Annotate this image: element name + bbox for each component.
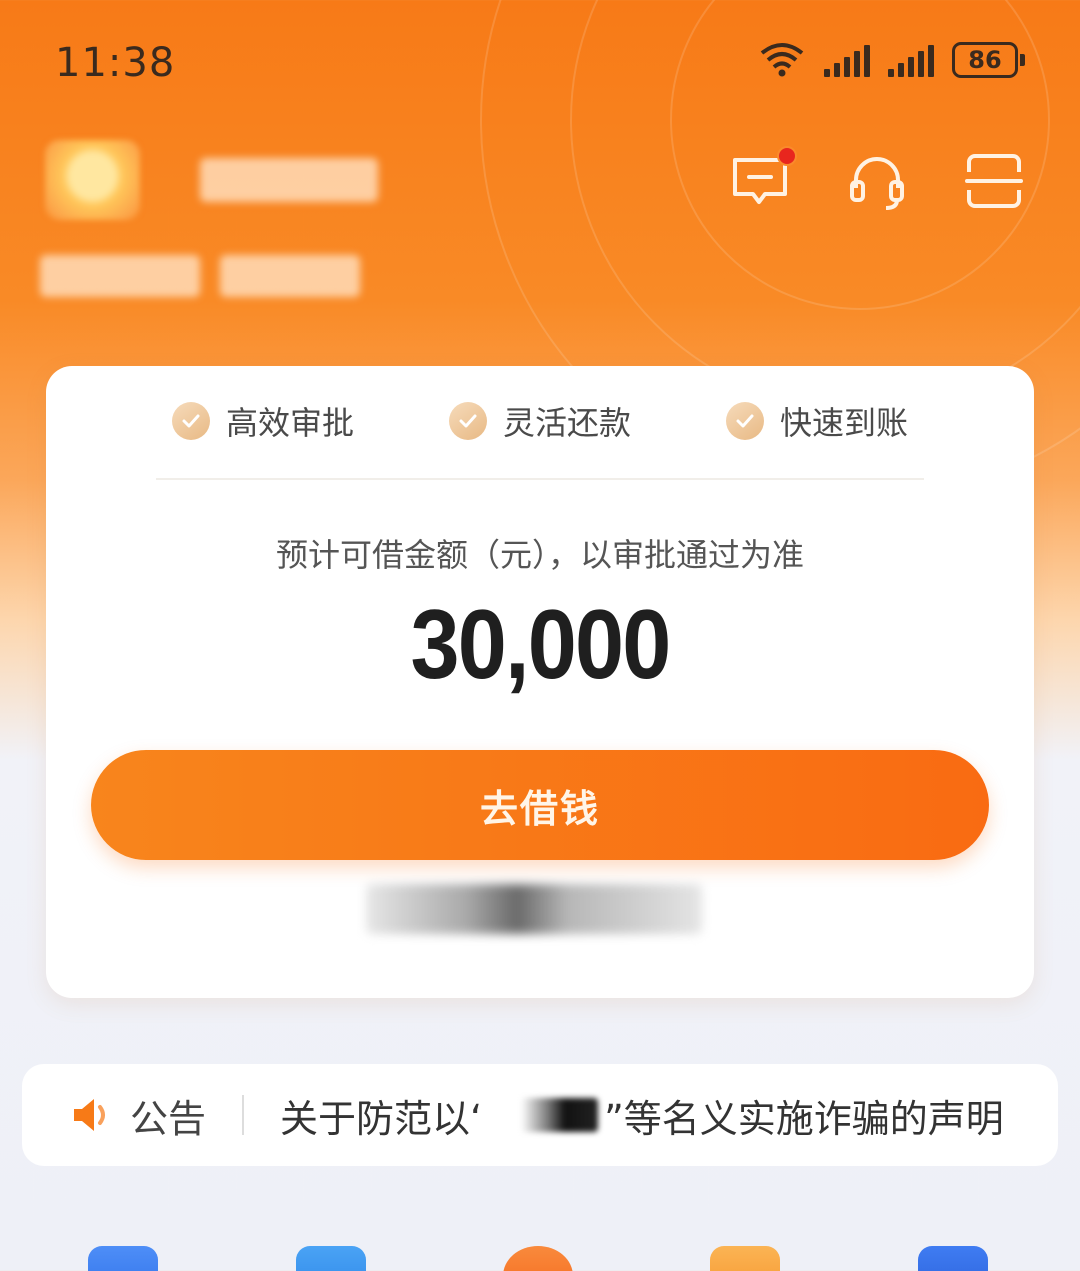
announcement-tag: 公告: [130, 1096, 207, 1141]
user-name-blurred: [200, 158, 378, 202]
announcement-blurred: [488, 1098, 599, 1132]
scan-icon[interactable]: [963, 150, 1025, 212]
battery-icon: 86: [952, 42, 1025, 78]
bottom-shortcuts: [0, 1240, 1080, 1271]
status-time: 11:38: [55, 40, 176, 86]
shortcut-icon[interactable]: [710, 1246, 780, 1271]
announcement-bar[interactable]: 公告 关于防范以‘ ”等名义实施诈骗的声明: [22, 1064, 1058, 1166]
check-icon: [171, 402, 210, 440]
user-info-blurred-2: [220, 255, 360, 297]
shortcut-icon[interactable]: [88, 1246, 158, 1271]
divider: [156, 478, 924, 480]
feature-item: 灵活还款: [448, 398, 631, 444]
feature-label: 灵活还款: [502, 404, 631, 442]
feature-item: 快速到账: [726, 398, 908, 444]
sub-text-blurred: [366, 884, 702, 934]
loan-amount: 30,000: [410, 589, 672, 699]
shortcut-icon[interactable]: [503, 1246, 573, 1271]
feature-list: 高效审批 灵活还款 快速到账: [46, 398, 1034, 444]
shortcut-icon[interactable]: [918, 1246, 988, 1271]
amount-caption: 预计可借金额（元），以审批通过为准: [275, 536, 804, 574]
check-icon: [726, 402, 764, 440]
signal-icon-1: [824, 43, 870, 77]
speaker-icon: [74, 1099, 105, 1131]
borrow-button-label: 去借钱: [479, 786, 600, 831]
feature-item: 高效审批: [171, 398, 354, 444]
divider: [242, 1095, 245, 1135]
loan-card: 高效审批 灵活还款 快速到账 预计可借金额（元），以审批通过为准 30,000 …: [46, 366, 1034, 998]
announcement-text: 关于防范以‘ ”等名义实施诈骗的声明: [280, 1088, 1004, 1143]
avatar[interactable]: [45, 140, 140, 220]
status-icons: 86: [758, 42, 1025, 78]
signal-icon-2: [888, 43, 934, 77]
notification-dot: [777, 146, 797, 166]
headset-icon[interactable]: [846, 150, 908, 212]
message-icon[interactable]: [729, 146, 797, 212]
borrow-button[interactable]: 去借钱: [91, 750, 989, 860]
header-actions: [729, 146, 1025, 212]
user-info-blurred: [40, 255, 200, 297]
announcement-text-start: 关于防范以‘: [280, 1096, 483, 1141]
announcement-text-end: ”等名义实施诈骗的声明: [604, 1096, 1004, 1141]
feature-label: 高效审批: [225, 404, 354, 442]
feature-label: 快速到账: [780, 404, 909, 442]
battery-level: 86: [952, 42, 1018, 78]
shortcut-icon[interactable]: [296, 1246, 366, 1271]
check-icon: [448, 402, 487, 440]
wifi-icon: [758, 43, 806, 77]
